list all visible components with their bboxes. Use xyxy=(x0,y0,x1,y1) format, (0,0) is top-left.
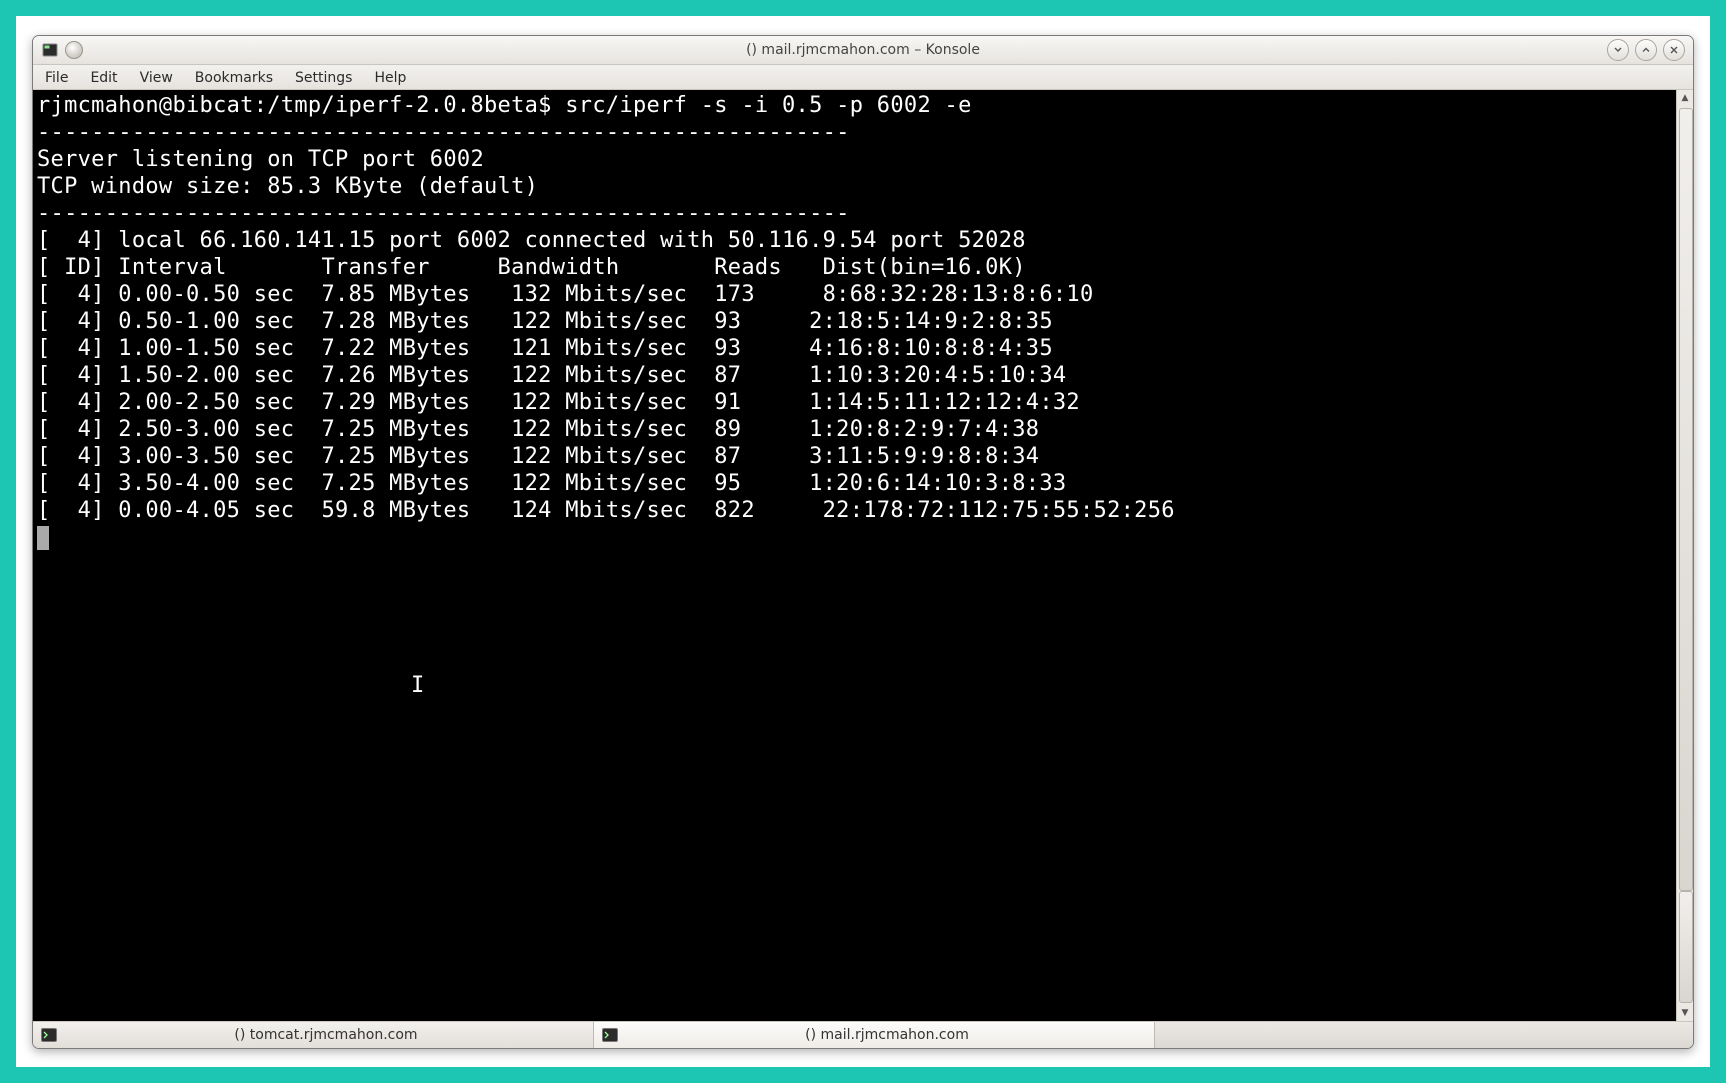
menu-bookmarks[interactable]: Bookmarks xyxy=(184,65,284,89)
window-sticky-toggle[interactable] xyxy=(65,41,83,59)
output-row: [ 4] 0.00-4.05 sec 59.8 MBytes 124 Mbits… xyxy=(37,498,1175,523)
tab-tomcat[interactable]: () tomcat.rjmcmahon.com xyxy=(33,1022,594,1048)
titlebar-right xyxy=(1607,39,1693,61)
minimize-button[interactable] xyxy=(1607,39,1629,61)
terminal-icon xyxy=(41,1028,57,1042)
terminal[interactable]: rjmcmahon@bibcat:/tmp/iperf-2.0.8beta$ s… xyxy=(33,90,1676,1021)
menu-settings[interactable]: Settings xyxy=(284,65,363,89)
output-row: [ 4] 3.00-3.50 sec 7.25 MBytes 122 Mbits… xyxy=(37,444,1039,469)
menubar: File Edit View Bookmarks Settings Help xyxy=(33,65,1693,90)
tab-label: () tomcat.rjmcmahon.com xyxy=(67,1027,585,1043)
menu-edit[interactable]: Edit xyxy=(79,65,128,89)
menu-help[interactable]: Help xyxy=(363,65,417,89)
output-row: [ 4] 1.00-1.50 sec 7.22 MBytes 121 Mbits… xyxy=(37,336,1053,361)
tab-mail[interactable]: () mail.rjmcmahon.com xyxy=(594,1022,1155,1048)
output-row: [ 4] 3.50-4.00 sec 7.25 MBytes 122 Mbits… xyxy=(37,471,1066,496)
output-line: ----------------------------------------… xyxy=(37,120,850,145)
terminal-area: rjmcmahon@bibcat:/tmp/iperf-2.0.8beta$ s… xyxy=(33,90,1693,1021)
prompt: rjmcmahon@bibcat:/tmp/iperf-2.0.8beta$ xyxy=(37,93,565,118)
scroll-thumb-secondary[interactable] xyxy=(1679,891,1693,1003)
output-row: [ 4] 2.50-3.00 sec 7.25 MBytes 122 Mbits… xyxy=(37,417,1039,442)
terminal-cursor xyxy=(37,526,49,550)
output-line: ----------------------------------------… xyxy=(37,201,850,226)
scroll-up-icon[interactable]: ▲ xyxy=(1677,90,1693,106)
window-title: () mail.rjmcmahon.com – Konsole xyxy=(33,42,1693,58)
desktop: () mail.rjmcmahon.com – Konsole File Edi… xyxy=(0,0,1726,1083)
konsole-window: () mail.rjmcmahon.com – Konsole File Edi… xyxy=(32,35,1694,1049)
scrollbar-vertical[interactable]: ▲ ▼ xyxy=(1676,90,1693,1021)
titlebar[interactable]: () mail.rjmcmahon.com – Konsole xyxy=(33,36,1693,65)
tabstrip-filler xyxy=(1155,1022,1693,1048)
titlebar-left xyxy=(33,41,83,59)
output-line: [ 4] local 66.160.141.15 port 6002 conne… xyxy=(37,228,1026,253)
command-text: src/iperf -s -i 0.5 -p 6002 -e xyxy=(565,93,971,118)
app-icon xyxy=(41,41,59,59)
terminal-icon xyxy=(602,1028,618,1042)
scroll-down-icon[interactable]: ▼ xyxy=(1677,1005,1693,1021)
output-line: TCP window size: 85.3 KByte (default) xyxy=(37,174,538,199)
menu-view[interactable]: View xyxy=(129,65,184,89)
output-header: [ ID] Interval Transfer Bandwidth Reads … xyxy=(37,255,1026,280)
output-line: Server listening on TCP port 6002 xyxy=(37,147,484,172)
output-row: [ 4] 1.50-2.00 sec 7.26 MBytes 122 Mbits… xyxy=(37,363,1066,388)
close-button[interactable] xyxy=(1663,39,1685,61)
output-row: [ 4] 0.00-0.50 sec 7.85 MBytes 132 Mbits… xyxy=(37,282,1094,307)
menu-file[interactable]: File xyxy=(33,65,79,89)
output-row: [ 4] 2.00-2.50 sec 7.29 MBytes 122 Mbits… xyxy=(37,390,1080,415)
tabstrip: () tomcat.rjmcmahon.com () mail.rjmcmaho… xyxy=(33,1021,1693,1048)
tab-label: () mail.rjmcmahon.com xyxy=(628,1027,1146,1043)
output-row: [ 4] 0.50-1.00 sec 7.28 MBytes 122 Mbits… xyxy=(37,309,1053,334)
text-caret-icon: I xyxy=(411,675,425,697)
scroll-thumb[interactable] xyxy=(1679,108,1693,891)
maximize-button[interactable] xyxy=(1635,39,1657,61)
